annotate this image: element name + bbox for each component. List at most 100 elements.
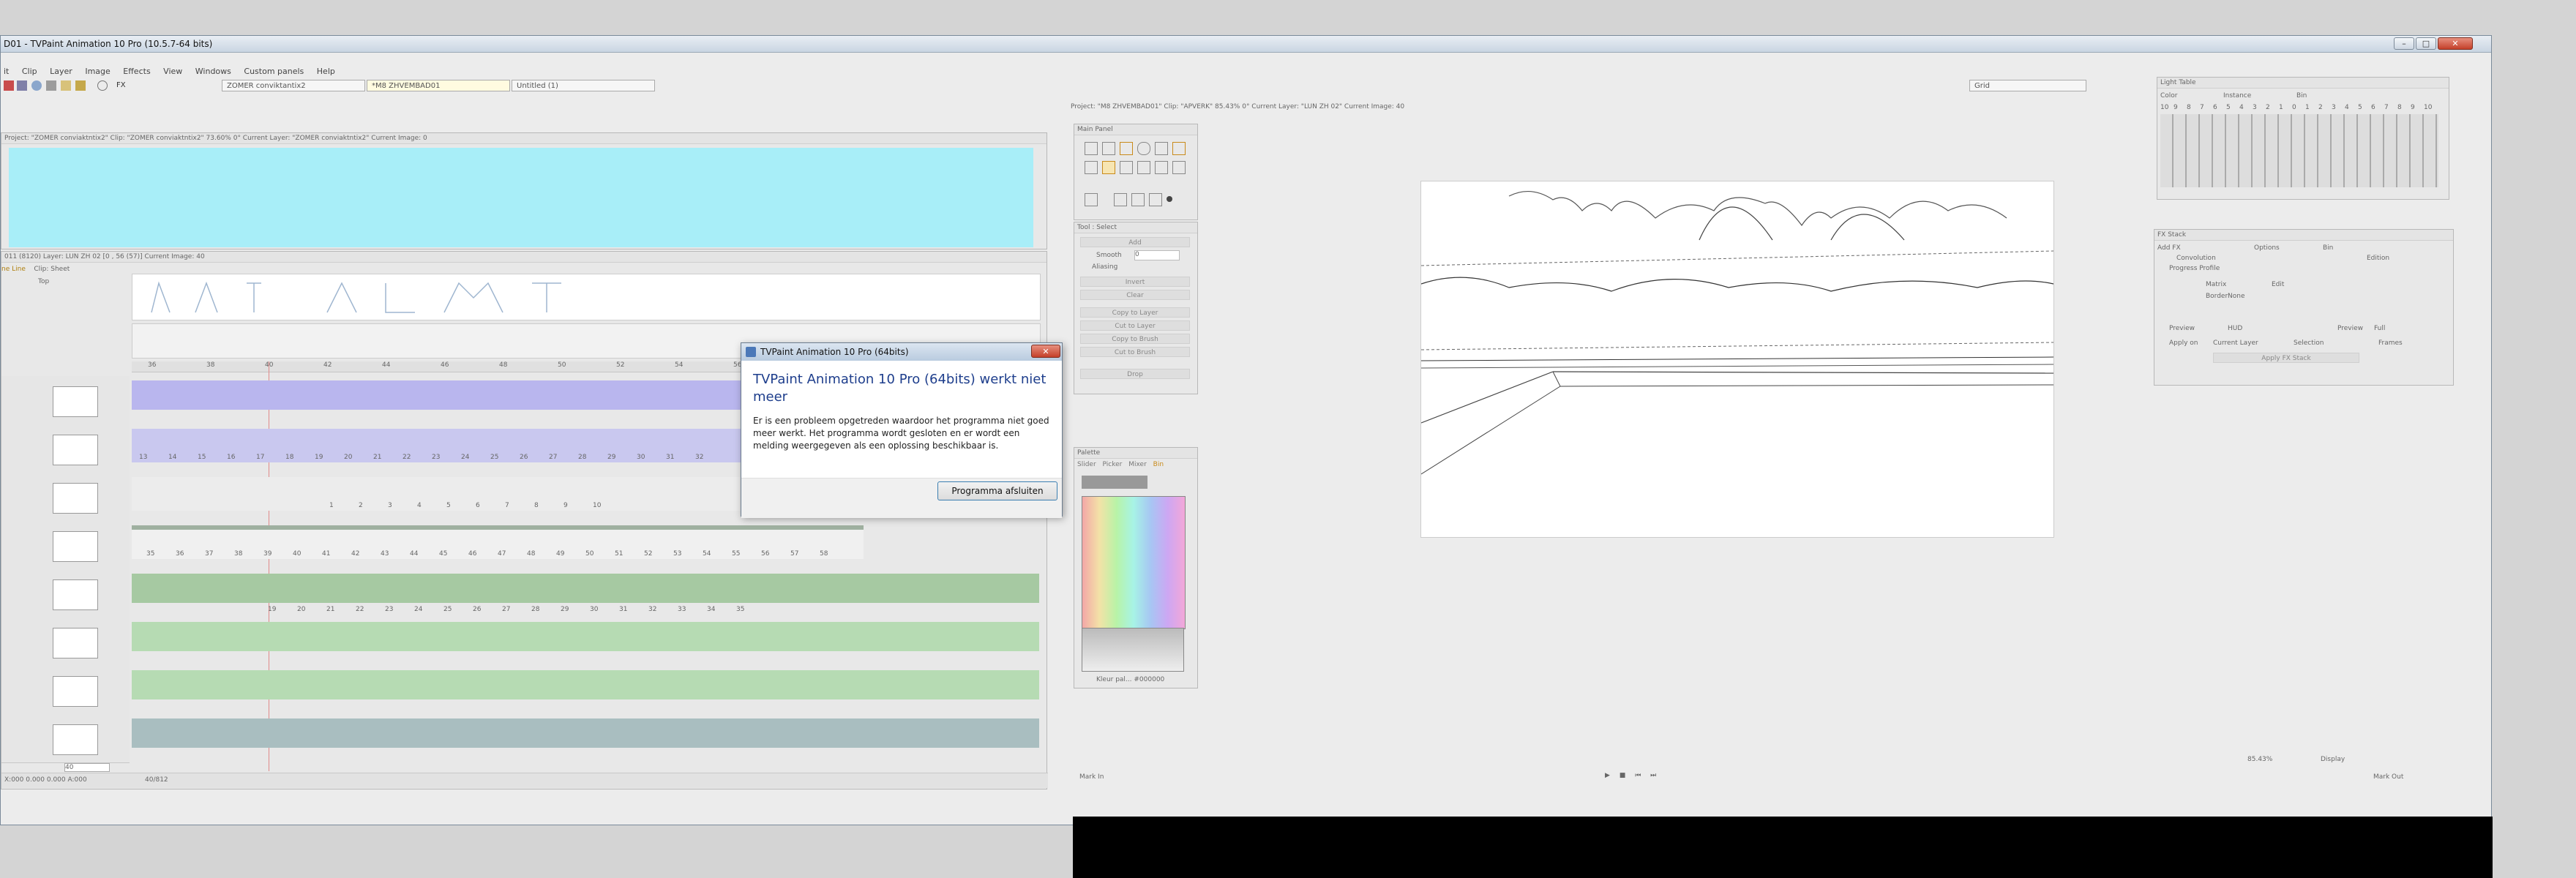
fill-tool-icon[interactable] (1155, 142, 1168, 155)
light-table-sliders[interactable] (2160, 114, 2438, 187)
matrix-edit-button[interactable]: Edit (2272, 281, 2284, 288)
menu-item-edit[interactable]: it (4, 67, 9, 76)
tab-project-3[interactable]: Untitled (1) (512, 80, 655, 91)
menu-item-windows[interactable]: Windows (195, 67, 231, 76)
grid-dropdown[interactable]: Grid (1969, 80, 2086, 91)
cut-to-brush-button[interactable]: Cut to Brush (1080, 347, 1190, 357)
menu-item-image[interactable]: Image (85, 67, 110, 76)
tab-picker[interactable]: Picker (1103, 461, 1123, 468)
effect-mode[interactable]: Edition (2367, 255, 2389, 262)
track-layer-3[interactable]: 1 2 3 4 5 6 7 8 9 10 (132, 477, 790, 511)
tab-mixer[interactable]: Mixer (1128, 461, 1147, 468)
current-color-swatch[interactable] (1082, 476, 1147, 489)
toolbar-icon-6[interactable] (75, 80, 86, 91)
track-layer-1[interactable] (132, 380, 798, 410)
layer-row[interactable] (1, 714, 130, 763)
add-fx-dropdown[interactable]: Add FX (2157, 244, 2181, 252)
track-layer-4[interactable]: 35 36 37 38 39 40 41 42 43 44 45 46 47 48 49 50 51 52 53 54… (132, 525, 864, 559)
track-layer-5[interactable]: 19 20 21 22 23 24 25 26 27 28 29 30 31 32 33 34 35 (132, 574, 1039, 613)
layer-row[interactable] (1, 376, 130, 425)
forward-icon[interactable]: ⏭ (1650, 772, 1656, 779)
brush-tool-icon[interactable] (1085, 142, 1098, 155)
play-icon[interactable]: ▶ (1605, 772, 1610, 779)
mark-out-button[interactable]: Mark Out (2373, 773, 2403, 781)
selection-dropdown[interactable]: Selection (2294, 339, 2324, 347)
tool-grid[interactable] (1085, 139, 1190, 212)
toolbar-icon-1[interactable] (4, 80, 14, 91)
border-dropdown[interactable]: None (2228, 293, 2244, 300)
track-layer-7[interactable] (132, 670, 1039, 699)
apply-on-dropdown[interactable]: Current Layer (2213, 339, 2258, 347)
drawing-canvas[interactable] (1420, 181, 2054, 538)
layer-row[interactable] (1, 618, 130, 667)
tab-slider[interactable]: Slider (1077, 461, 1096, 468)
select-mode-dropdown[interactable]: Add (1080, 237, 1190, 247)
toolbar-icon-5[interactable] (61, 80, 71, 91)
brush-dot-icon[interactable] (1167, 196, 1172, 202)
menu-item-effects[interactable]: Effects (123, 67, 150, 76)
picker-tool-icon[interactable] (1172, 142, 1186, 155)
invert-button[interactable]: Invert (1080, 277, 1190, 287)
rectangle-tool-icon[interactable] (1120, 142, 1133, 155)
tab-clip-sheet[interactable]: Clip: Sheet (34, 266, 70, 273)
toolbar-icon-3[interactable] (31, 80, 42, 91)
drop-button[interactable]: Drop (1080, 369, 1190, 379)
color-swatch-grays[interactable] (1082, 628, 1184, 672)
timeline-mode-select[interactable]: Top (38, 278, 49, 285)
maximize-button[interactable]: □ (2416, 37, 2436, 50)
layer-row[interactable] (1, 473, 130, 522)
cut-tool-icon[interactable] (1120, 161, 1133, 174)
stop-icon[interactable]: ■ (1620, 772, 1626, 779)
copy-to-brush-button[interactable]: Copy to Brush (1080, 334, 1190, 344)
menu-item-view[interactable]: View (163, 67, 182, 76)
ellipse-tool-icon[interactable] (1137, 142, 1150, 155)
project-canvas[interactable] (9, 148, 1033, 247)
layer-row[interactable] (1, 666, 130, 715)
apply-fx-stack-button[interactable]: Apply FX Stack (2213, 353, 2359, 363)
clear-button[interactable]: Clear (1080, 290, 1190, 300)
minimize-button[interactable]: – (2394, 37, 2414, 50)
line-tool-icon[interactable] (1102, 142, 1115, 155)
menu-item-layer[interactable]: Layer (50, 67, 72, 76)
tab-project-2[interactable]: *M8 ZHVEMBAD01 (367, 80, 510, 91)
track-layer-6[interactable] (132, 622, 1039, 651)
track-layer-2[interactable]: 13 14 15 16 17 18 19 20 21 22 23 24 25 26 27 28 29 30 31 32 (132, 429, 798, 462)
light-table-bin[interactable]: Bin (2296, 92, 2307, 100)
preview-full[interactable]: Full (2374, 325, 2385, 332)
tab-project-1[interactable]: ZOMER conviktantix2 (222, 80, 365, 91)
frame-input[interactable]: 40 (64, 763, 110, 772)
playback-controls[interactable]: ▶ ■ ⏮ ⏭ (1605, 772, 1824, 782)
window-close-button[interactable]: ✕ (2438, 37, 2473, 50)
copy-to-layer-button[interactable]: Copy to Layer (1080, 307, 1190, 318)
menu-item-help[interactable]: Help (317, 67, 335, 76)
onion-strip[interactable] (132, 274, 1041, 320)
select-tool-icon[interactable] (1102, 161, 1115, 174)
pan-tool-icon[interactable] (1085, 193, 1098, 206)
crop-tool-icon[interactable] (1137, 161, 1150, 174)
mark-in-button[interactable]: Mark In (1079, 773, 1104, 781)
menu-item-clip[interactable]: Clip (22, 67, 37, 76)
rewind-icon[interactable]: ⏮ (1635, 772, 1641, 779)
layer-row[interactable] (1, 521, 130, 570)
track-layer-8[interactable] (132, 718, 1039, 748)
transform-tool-icon[interactable] (1155, 161, 1168, 174)
search-icon[interactable] (97, 80, 108, 91)
fx-label[interactable]: FX (116, 81, 126, 89)
options-dropdown[interactable]: Options (2254, 244, 2280, 252)
display-dropdown[interactable]: Display (2321, 756, 2345, 763)
menu-item-custom-panels[interactable]: Custom panels (244, 67, 304, 76)
light-table-instance[interactable]: Instance (2223, 92, 2251, 100)
cut-to-layer-button[interactable]: Cut to Layer (1080, 320, 1190, 331)
smooth-input[interactable]: 0 (1134, 250, 1180, 260)
toolbar-icon-2[interactable] (17, 80, 27, 91)
zoom-readout[interactable]: 85.43% (2247, 756, 2272, 763)
layer-row[interactable] (1, 569, 130, 618)
convolution-effect[interactable]: Convolution (2176, 255, 2216, 262)
fx-bin-dropdown[interactable]: Bin (2323, 244, 2333, 252)
zoom-tool-icon[interactable] (1085, 161, 1098, 174)
frames-dropdown[interactable]: Frames (2378, 339, 2403, 347)
pencil-tool-icon[interactable] (1114, 193, 1127, 206)
warp-tool-icon[interactable] (1172, 161, 1186, 174)
tab-bin[interactable]: Bin (1153, 461, 1164, 468)
airbrush-tool-icon[interactable] (1149, 193, 1162, 206)
